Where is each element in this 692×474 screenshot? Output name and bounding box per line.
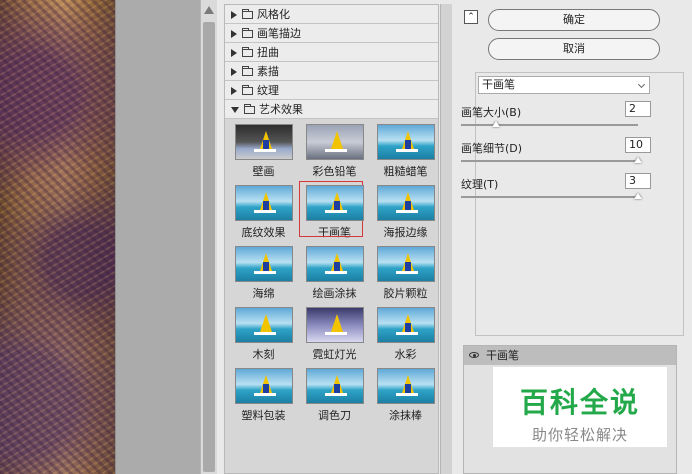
texture-slider[interactable]	[461, 196, 638, 198]
filter-sponge[interactable]: 海绵	[228, 244, 299, 305]
texture-input[interactable]: 3	[625, 173, 651, 189]
folder-open-icon	[244, 104, 255, 114]
effect-layer-row[interactable]: 干画笔	[464, 346, 676, 365]
filter-colored-pencil[interactable]: 彩色铅笔	[299, 122, 370, 183]
param-brush-size: 画笔大小(B) 2	[461, 101, 651, 140]
filter-poster-edges[interactable]: 海报边缘	[370, 183, 441, 244]
filter-dry-brush[interactable]: 干画笔	[299, 181, 370, 244]
expand-icon	[231, 11, 237, 19]
preview-canvas-area	[115, 0, 200, 474]
param-texture: 纹理(T) 3	[461, 173, 651, 212]
watermark: 百科全说 助你轻松解决	[493, 367, 667, 447]
expand-icon	[231, 49, 237, 57]
filter-watercolor[interactable]: 水彩	[370, 305, 441, 366]
expand-icon	[231, 87, 237, 95]
eye-icon[interactable]	[469, 352, 479, 358]
folder-icon	[242, 85, 253, 95]
param-brush-detail: 画笔细节(D) 10	[461, 137, 651, 176]
category-sketch[interactable]: 素描	[225, 62, 438, 81]
collapse-icon	[231, 107, 239, 113]
folder-icon	[242, 47, 253, 57]
category-stylize[interactable]: 风格化	[225, 5, 438, 24]
folder-icon	[242, 28, 253, 38]
filter-gallery: 风格化 画笔描边 扭曲 素描 纹理 艺术效果 壁画 彩色铅笔 粗糙蜡笔 底纹效果…	[224, 4, 439, 474]
preview-image	[0, 0, 115, 474]
expand-icon	[231, 68, 237, 76]
filter-paint-daubs[interactable]: 绘画涂抹	[299, 244, 370, 305]
category-brush-strokes[interactable]: 画笔描边	[225, 24, 438, 43]
gallery-scrollbar[interactable]	[440, 4, 452, 474]
filter-neon-glow[interactable]: 霓虹灯光	[299, 305, 370, 366]
folder-icon	[242, 66, 253, 76]
filter-palette-knife[interactable]: 调色刀	[299, 366, 370, 427]
filter-plastic-wrap[interactable]: 塑料包装	[228, 366, 299, 427]
brush-size-input[interactable]: 2	[625, 101, 651, 117]
ok-button[interactable]: 确定	[488, 9, 660, 31]
brush-detail-input[interactable]: 10	[625, 137, 651, 153]
category-texture[interactable]: 纹理	[225, 81, 438, 100]
filter-film-grain[interactable]: 胶片颗粒	[370, 244, 441, 305]
brush-size-slider[interactable]	[461, 124, 638, 126]
slider-handle[interactable]	[634, 157, 642, 163]
brush-detail-slider[interactable]	[461, 160, 638, 162]
filter-cutout[interactable]: 木刻	[228, 305, 299, 366]
slider-handle[interactable]	[634, 193, 642, 199]
collapse-gallery-icon[interactable]: ⌃	[464, 10, 478, 24]
category-artistic[interactable]: 艺术效果	[225, 100, 438, 119]
category-distort[interactable]: 扭曲	[225, 43, 438, 62]
cancel-button[interactable]: 取消	[488, 38, 660, 60]
chevron-down-icon	[637, 80, 646, 89]
filter-fresco[interactable]: 壁画	[228, 122, 299, 183]
expand-icon	[231, 30, 237, 38]
folder-icon	[242, 9, 253, 19]
filter-select[interactable]: 干画笔	[478, 76, 650, 94]
filter-rough-pastels[interactable]: 粗糙蜡笔	[370, 122, 441, 183]
scroll-up-icon[interactable]	[204, 6, 214, 14]
filter-smudge-stick[interactable]: 涂抹棒	[370, 366, 441, 427]
filter-thumbnails: 壁画 彩色铅笔 粗糙蜡笔 底纹效果 干画笔 海报边缘 海绵 绘画涂抹 胶片颗粒 …	[225, 119, 438, 427]
slider-handle[interactable]	[492, 121, 501, 127]
scrollbar-thumb[interactable]	[203, 22, 215, 472]
preview-scrollbar[interactable]	[200, 0, 217, 474]
filter-underpainting[interactable]: 底纹效果	[228, 183, 299, 244]
